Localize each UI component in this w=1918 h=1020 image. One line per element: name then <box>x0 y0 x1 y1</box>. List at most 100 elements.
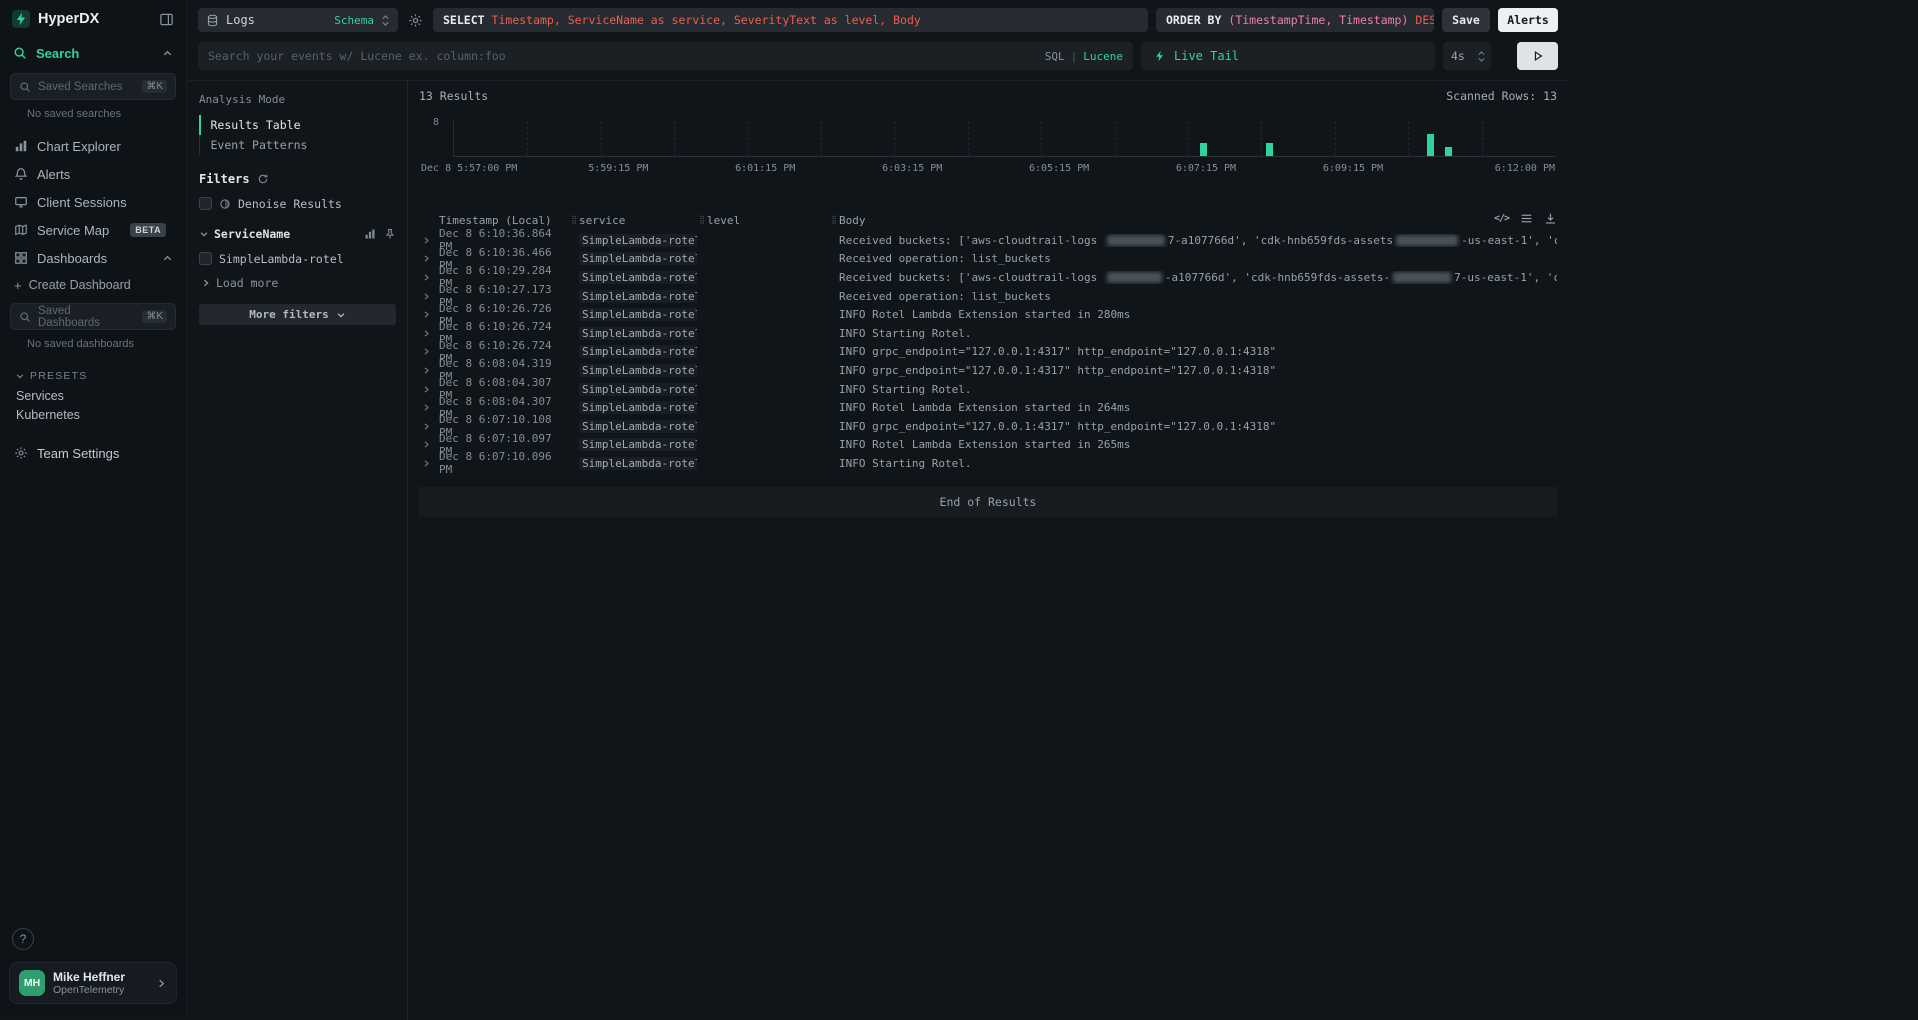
histogram-bar[interactable] <box>1200 143 1207 156</box>
table-row[interactable]: Dec 8 6:08:04.307 PMSimpleLambda-rotelIN… <box>419 380 1557 399</box>
facet-servicename-toggle[interactable]: ServiceName <box>199 227 396 241</box>
col-level[interactable]: level <box>707 214 829 227</box>
table-row[interactable]: Dec 8 6:10:26.726 PMSimpleLambda-rotelIN… <box>419 305 1557 324</box>
user-menu[interactable]: MH Mike Heffner OpenTelemetry <box>9 962 177 1004</box>
events-histogram[interactable]: 8 Dec 8 5:57:00 PM5:59:15 PM6:01:15 PM6:… <box>419 113 1557 169</box>
sidebar-item-client-sessions[interactable]: Client Sessions <box>0 188 186 216</box>
cell-body: Received operation: list_buckets <box>839 252 1557 265</box>
table-row[interactable]: Dec 8 6:10:26.724 PMSimpleLambda-rotelIN… <box>419 343 1557 362</box>
drag-grip-icon[interactable]: ⣿ <box>829 216 839 224</box>
col-timestamp[interactable]: Timestamp (Local) <box>439 214 569 227</box>
checkbox[interactable] <box>199 197 212 210</box>
expand-row-icon[interactable] <box>419 310 439 319</box>
preset-services[interactable]: Services <box>0 387 186 406</box>
select-caret-icon <box>381 14 390 27</box>
lucene-mode-toggle[interactable]: Lucene <box>1083 50 1123 63</box>
expand-row-icon[interactable] <box>419 459 439 468</box>
facet-chart-icon[interactable] <box>364 228 376 240</box>
alerts-button[interactable]: Alerts <box>1498 8 1558 32</box>
refresh-interval-select[interactable]: 4s <box>1443 42 1491 70</box>
presets-toggle[interactable]: PRESETS <box>0 362 186 387</box>
sql-mode-toggle[interactable]: SQL <box>1045 50 1065 63</box>
table-row[interactable]: Dec 8 6:07:10.108 PMSimpleLambda-rotelIN… <box>419 417 1557 436</box>
facet-value-row[interactable]: SimpleLambda-rotel <box>199 247 396 270</box>
expand-row-icon[interactable] <box>419 366 439 375</box>
expand-row-icon[interactable] <box>419 292 439 301</box>
denoise-icon <box>219 198 231 210</box>
table-row[interactable]: Dec 8 6:07:10.097 PMSimpleLambda-rotelIN… <box>419 436 1557 455</box>
event-search-input[interactable]: Search your events w/ Lucene ex. column:… <box>198 42 1133 70</box>
table-row[interactable]: Dec 8 6:10:27.173 PMSimpleLambda-rotelRe… <box>419 287 1557 306</box>
chart-gridline <box>894 121 895 156</box>
create-dashboard-button[interactable]: + Create Dashboard <box>0 272 186 298</box>
col-service[interactable]: service <box>579 214 697 227</box>
order-by-input[interactable]: ORDER BY (TimestampTime, Timestamp) DESC <box>1156 8 1434 32</box>
save-button[interactable]: Save <box>1442 8 1490 32</box>
expand-row-icon[interactable] <box>419 273 439 282</box>
stepper-icon[interactable] <box>1477 50 1486 63</box>
expand-row-icon[interactable] <box>419 440 439 449</box>
play-button[interactable] <box>1517 42 1558 70</box>
table-row[interactable]: Dec 8 6:07:10.096 PMSimpleLambda-rotelIN… <box>419 454 1557 473</box>
sidebar-item-service-map[interactable]: Service Map BETA <box>0 216 186 244</box>
source-select[interactable]: Logs Schema <box>198 8 398 32</box>
download-icon[interactable] <box>1544 212 1557 225</box>
orderby-direction: DESC <box>1415 13 1434 27</box>
saved-dashboards-input[interactable]: Saved Dashboards ⌘K <box>10 303 176 330</box>
chevron-up-icon[interactable] <box>162 48 173 59</box>
table-row[interactable]: Dec 8 6:10:36.864 PMSimpleLambda-rotelRe… <box>419 231 1557 250</box>
saved-searches-input[interactable]: Saved Searches ⌘K <box>10 73 176 100</box>
drag-grip-icon[interactable]: ⣿ <box>569 216 579 224</box>
filters-panel: Analysis Mode Results Table Event Patter… <box>188 81 408 1020</box>
row-settings-icon[interactable] <box>1520 212 1533 225</box>
table-row[interactable]: Dec 8 6:10:29.284 PMSimpleLambda-rotelRe… <box>419 268 1557 287</box>
expand-row-icon[interactable] <box>419 403 439 412</box>
help-button[interactable]: ? <box>12 928 34 950</box>
histogram-bar[interactable] <box>1445 147 1452 156</box>
expand-row-icon[interactable] <box>419 329 439 338</box>
expand-row-icon[interactable] <box>419 385 439 394</box>
denoise-results-row[interactable]: Denoise Results <box>199 192 396 215</box>
preset-kubernetes[interactable]: Kubernetes <box>0 406 186 425</box>
settings-gear-icon[interactable] <box>406 13 425 28</box>
more-filters-button[interactable]: More filters <box>199 304 396 325</box>
table-row[interactable]: Dec 8 6:10:26.724 PMSimpleLambda-rotelIN… <box>419 324 1557 343</box>
mode-event-patterns[interactable]: Event Patterns <box>199 135 397 155</box>
redacted-blur <box>1107 272 1162 283</box>
topbar: Logs Schema SELECT Timestamp, ServiceNam… <box>188 0 1568 74</box>
sidebar-item-alerts[interactable]: Alerts <box>0 160 186 188</box>
schema-link[interactable]: Schema <box>334 14 374 27</box>
sql-keyword: SELECT <box>443 13 485 27</box>
expand-row-icon[interactable] <box>419 254 439 263</box>
sidebar-collapse-icon[interactable] <box>159 12 174 27</box>
table-row[interactable]: Dec 8 6:10:36.466 PMSimpleLambda-rotelRe… <box>419 250 1557 269</box>
expand-row-icon[interactable] <box>419 422 439 431</box>
drag-grip-icon[interactable]: ⣿ <box>697 216 707 224</box>
col-body[interactable]: Body <box>839 214 1487 227</box>
cell-timestamp: Dec 8 6:07:10.096 PM <box>439 450 569 476</box>
table-row[interactable]: Dec 8 6:08:04.307 PMSimpleLambda-rotelIN… <box>419 398 1557 417</box>
load-more-button[interactable]: Load more <box>201 274 396 292</box>
chart-gridline <box>1261 121 1262 156</box>
live-tail-button[interactable]: Live Tail <box>1141 42 1435 70</box>
chevron-right-icon <box>156 978 167 989</box>
checkbox[interactable] <box>199 252 212 265</box>
cell-service: SimpleLambda-rotel <box>579 401 697 414</box>
user-name: Mike Heffner <box>53 970 148 984</box>
histogram-bar[interactable] <box>1427 134 1434 156</box>
code-view-icon[interactable]: </> <box>1494 213 1509 224</box>
chart-x-axis: Dec 8 5:57:00 PM5:59:15 PM6:01:15 PM6:03… <box>453 163 1555 175</box>
pin-icon[interactable] <box>384 228 396 240</box>
sidebar-item-chart-explorer[interactable]: Chart Explorer <box>0 132 186 160</box>
expand-row-icon[interactable] <box>419 236 439 245</box>
table-row[interactable]: Dec 8 6:08:04.319 PMSimpleLambda-rotelIN… <box>419 361 1557 380</box>
sql-select-input[interactable]: SELECT Timestamp, ServiceName as service… <box>433 8 1148 32</box>
sidebar-item-search[interactable]: Search <box>0 38 186 68</box>
mode-results-table[interactable]: Results Table <box>199 115 397 135</box>
chevron-up-icon[interactable] <box>162 253 173 264</box>
histogram-bar[interactable] <box>1266 143 1273 156</box>
refresh-icon[interactable] <box>257 173 269 185</box>
sidebar-item-team-settings[interactable]: Team Settings <box>0 439 186 467</box>
sidebar-item-dashboards[interactable]: Dashboards <box>0 244 186 272</box>
expand-row-icon[interactable] <box>419 347 439 356</box>
